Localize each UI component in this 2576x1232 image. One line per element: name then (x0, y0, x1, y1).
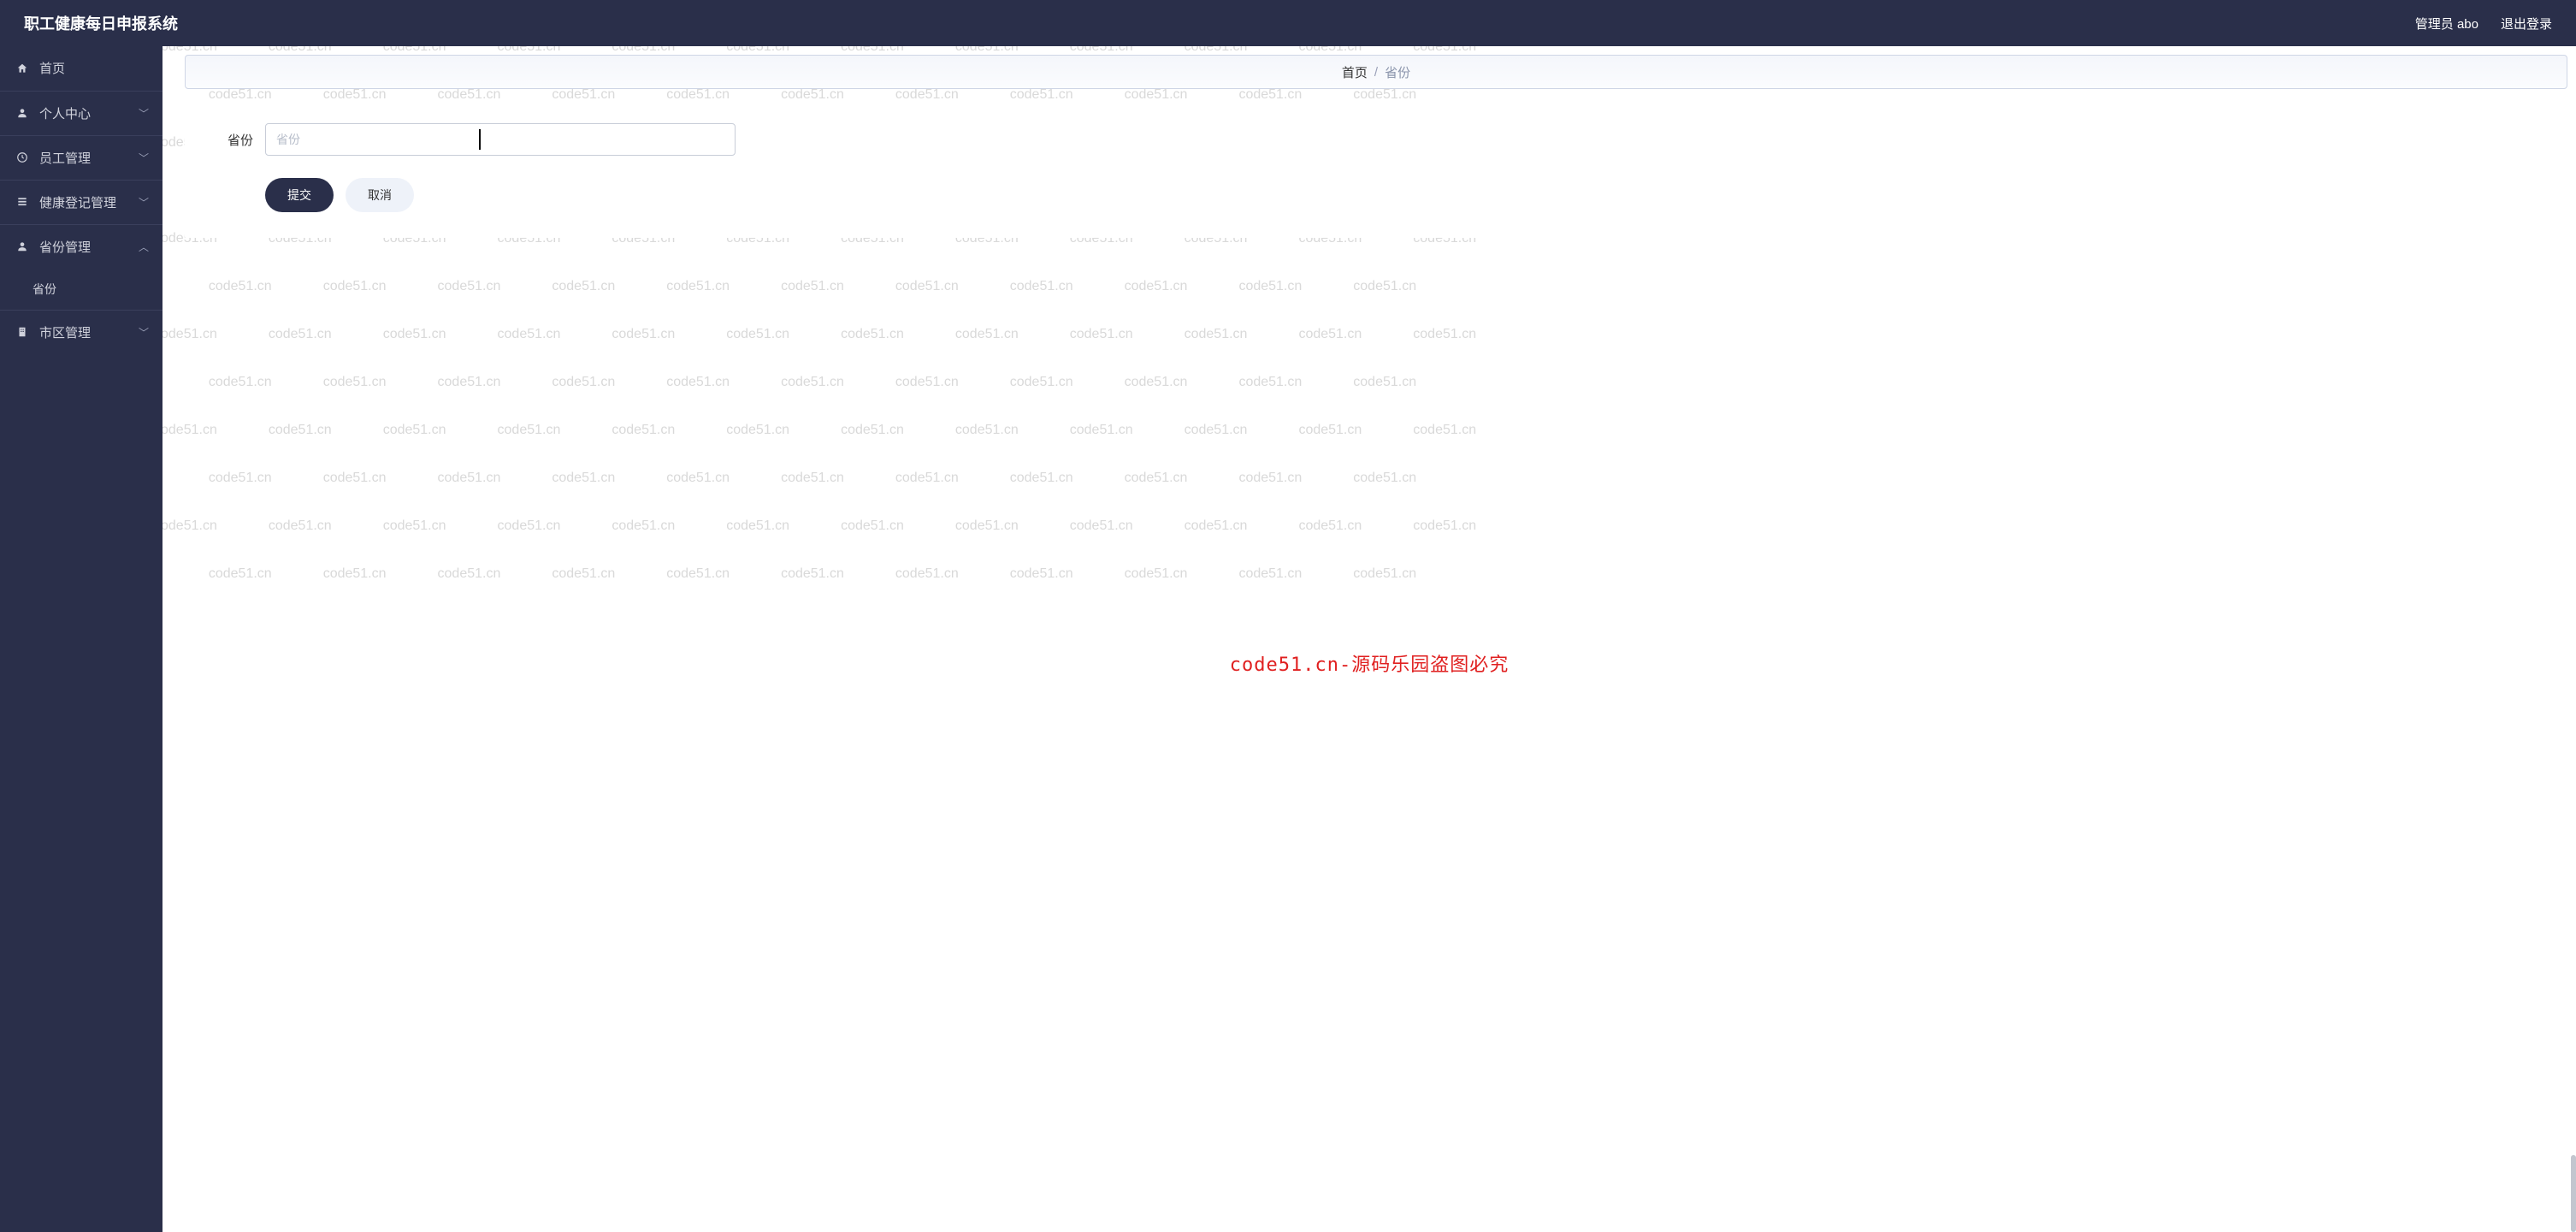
sidebar-item-label: 健康登记管理 (39, 193, 116, 211)
form-card: 省份 提交 取消 (185, 104, 2567, 238)
list-icon (15, 196, 29, 208)
input-wrapper (265, 123, 736, 156)
content-wrap: 首页 / 省份 省份 提交 取消 (185, 55, 2567, 238)
sidebar-item-personal[interactable]: 个人中心 ﹀ (0, 91, 162, 135)
sidebar-item-province[interactable]: 省份管理 ︿ (0, 224, 162, 269)
admin-user-link[interactable]: 管理员 abo (2415, 15, 2479, 33)
user-icon (15, 240, 29, 252)
chevron-down-icon: ﹀ (139, 106, 149, 121)
main-panel: code51.cncode51.cncode51.cncode51.cncode… (162, 46, 2576, 1232)
sidebar-item-label: 个人中心 (39, 104, 91, 122)
chevron-up-icon: ︿ (139, 240, 149, 254)
sidebar-item-label: 员工管理 (39, 149, 91, 167)
sidebar-item-employee[interactable]: 员工管理 ﹀ (0, 135, 162, 180)
form-row-province: 省份 (219, 123, 2533, 156)
sidebar-item-label: 首页 (39, 59, 65, 77)
form-label-province: 省份 (219, 131, 253, 149)
chevron-down-icon: ﹀ (139, 195, 149, 210)
chevron-down-icon: ﹀ (139, 151, 149, 165)
breadcrumb-separator: / (1374, 65, 1378, 80)
clock-icon (15, 151, 29, 163)
province-input[interactable] (265, 123, 736, 156)
sidebar-item-label: 省份管理 (39, 238, 91, 256)
cancel-button[interactable]: 取消 (346, 178, 414, 212)
submit-button[interactable]: 提交 (265, 178, 334, 212)
sidebar-item-label: 省份 (32, 281, 56, 298)
home-icon (15, 62, 29, 74)
sidebar-item-city[interactable]: 市区管理 ﹀ (0, 310, 162, 354)
breadcrumb: 首页 / 省份 (185, 55, 2567, 89)
breadcrumb-home[interactable]: 首页 (1342, 63, 1368, 81)
sidebar-item-home[interactable]: 首页 (0, 46, 162, 91)
sidebar: 首页 个人中心 ﹀ 员工管理 ﹀ 健康登记管理 ﹀ (0, 46, 162, 1232)
app-header: 职工健康每日申报系统 管理员 abo 退出登录 (0, 0, 2576, 46)
sidebar-item-health[interactable]: 健康登记管理 ﹀ (0, 180, 162, 224)
text-cursor-icon (479, 129, 481, 150)
chevron-down-icon: ﹀ (139, 325, 149, 340)
logout-link[interactable]: 退出登录 (2501, 15, 2552, 33)
user-icon (15, 107, 29, 119)
red-watermark-text: code51.cn-源码乐园盗图必究 (1230, 649, 1509, 677)
form-button-row: 提交 取消 (265, 178, 2533, 212)
breadcrumb-current: 省份 (1385, 63, 1410, 81)
header-right: 管理员 abo 退出登录 (2415, 15, 2552, 33)
building-icon (15, 326, 29, 338)
app-title: 职工健康每日申报系统 (24, 12, 178, 34)
sidebar-item-label: 市区管理 (39, 323, 91, 341)
scrollbar-thumb[interactable] (2571, 1155, 2576, 1232)
sidebar-item-province-child[interactable]: 省份 (0, 269, 162, 310)
